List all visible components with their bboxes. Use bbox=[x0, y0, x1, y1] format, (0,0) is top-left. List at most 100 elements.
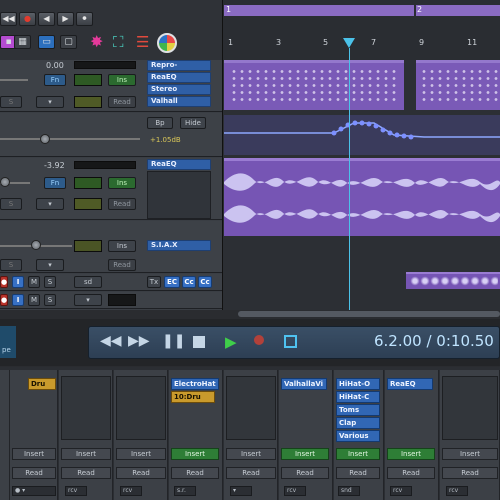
playhead-line[interactable] bbox=[349, 48, 350, 310]
track-1-fn-button[interactable]: Fn bbox=[44, 74, 66, 86]
mixer-strip-8-read[interactable]: Read bbox=[387, 467, 435, 479]
mixer-strip-7-insert[interactable]: Insert bbox=[336, 448, 380, 460]
mixer-strip-7-fx-5[interactable]: Various bbox=[336, 430, 380, 442]
track-6-dropdown[interactable]: ▾ bbox=[74, 294, 102, 306]
track-3-dropdown[interactable]: ▾ bbox=[36, 198, 64, 210]
track-5-tx-button[interactable]: Tx bbox=[147, 276, 161, 288]
monitor-icon[interactable]: ▭ bbox=[38, 35, 55, 49]
track-6-mute-button[interactable]: M bbox=[28, 294, 40, 306]
mixer-strip-3-read[interactable]: Read bbox=[116, 467, 166, 479]
mixer-strip-6-read[interactable]: Read bbox=[281, 467, 329, 479]
lock-icon[interactable]: ▢ bbox=[60, 35, 77, 49]
track-5-solo-button[interactable]: S bbox=[44, 276, 56, 288]
mixer-strip-4-fx-1[interactable]: ElectroHat bbox=[171, 378, 219, 390]
mixer-strip-9-read[interactable]: Read bbox=[442, 467, 498, 479]
mixer-strip-7-fx-2[interactable]: HiHat-C bbox=[336, 391, 380, 403]
mixer-strip-8-fx-1[interactable]: ReaEQ bbox=[387, 378, 433, 390]
mixer-strip-1-send[interactable]: ● ▾ bbox=[12, 486, 56, 496]
user-icon[interactable]: ⚫ bbox=[76, 12, 93, 26]
track-3-s-button[interactable]: S bbox=[0, 198, 22, 210]
rewind-icon[interactable]: ◀◀ bbox=[0, 12, 17, 26]
mixer-strip-2-fx-area[interactable] bbox=[61, 376, 111, 440]
track-4-read-button[interactable]: Read bbox=[108, 259, 136, 271]
track-2-bp-button[interactable]: Bp bbox=[147, 117, 173, 129]
mixer-strip-2-read[interactable]: Read bbox=[61, 467, 111, 479]
mixer-strip-8-insert[interactable]: Insert bbox=[387, 448, 435, 460]
track-1-fx-1[interactable]: Repro- bbox=[147, 60, 211, 71]
track-3-fader-knob[interactable] bbox=[0, 177, 10, 187]
mixer-strip-3-fx-area[interactable] bbox=[116, 376, 166, 440]
track-2-hide-button[interactable]: Hide bbox=[180, 117, 206, 129]
track-1-s-button[interactable]: S bbox=[0, 96, 22, 108]
track-6-solo-button[interactable]: S bbox=[44, 294, 56, 306]
track-5-mute-button[interactable]: M bbox=[28, 276, 40, 288]
track-1-ins-button[interactable]: Ins bbox=[108, 74, 136, 86]
track-4-fader-knob[interactable] bbox=[31, 240, 41, 250]
track-1-fx-4[interactable]: Valhall bbox=[147, 96, 211, 107]
mixer-strip-7-fx-3[interactable]: Toms bbox=[336, 404, 380, 416]
ripple-icon[interactable]: ⛶ bbox=[113, 32, 133, 52]
star-burst-icon[interactable]: ✸ bbox=[90, 32, 110, 52]
track-1-read-button[interactable]: Read bbox=[108, 96, 136, 108]
track-5-send-select[interactable]: sd bbox=[74, 276, 102, 288]
mixer-strip-8-send[interactable]: rcv bbox=[390, 486, 412, 496]
mixer-strip-1-read[interactable]: Read bbox=[12, 467, 56, 479]
mixer-strip-5-insert[interactable]: Insert bbox=[226, 448, 276, 460]
mixer-strip-7-fx-1[interactable]: HiHat-O bbox=[336, 378, 380, 390]
track-6-record-arm[interactable]: ● bbox=[0, 294, 8, 306]
play-button[interactable]: ▶ bbox=[225, 333, 237, 351]
mixer-strip-2-insert[interactable]: Insert bbox=[61, 448, 111, 460]
track-2-fader-track[interactable] bbox=[0, 138, 140, 140]
mixer-strip-9-insert[interactable]: Insert bbox=[442, 448, 498, 460]
track-1-fader[interactable] bbox=[0, 74, 28, 86]
stop-button[interactable] bbox=[193, 336, 205, 348]
track-5-ec-button[interactable]: EC bbox=[164, 276, 180, 288]
mixer-strip-4-fx-2[interactable]: 10:Dru bbox=[171, 391, 215, 403]
mixer-strip-3-send[interactable]: rcv bbox=[120, 486, 142, 496]
track-3-fx-area[interactable] bbox=[147, 171, 211, 219]
horizontal-scrollbar[interactable] bbox=[238, 311, 500, 317]
volume-envelope[interactable] bbox=[224, 115, 500, 155]
mixer-strip-2-send[interactable]: rcv bbox=[65, 486, 87, 496]
track-5-input-button[interactable]: I bbox=[12, 276, 24, 288]
mixer-strip-5-read[interactable]: Read bbox=[226, 467, 276, 479]
track-5-cc-button[interactable]: Cc bbox=[182, 276, 196, 288]
track-3-read-button[interactable]: Read bbox=[108, 198, 136, 210]
forward-button[interactable]: ▶▶ bbox=[128, 333, 150, 349]
snap-icon[interactable]: ▦ bbox=[14, 35, 31, 49]
track-1-fx-3[interactable]: Stereo bbox=[147, 84, 211, 95]
track-1-dropdown[interactable]: ▾ bbox=[36, 96, 64, 108]
pause-button[interactable]: ❚❚ bbox=[162, 333, 185, 349]
track-4-fx-1[interactable]: S.I.A.X bbox=[147, 240, 211, 251]
track-3-fn-button[interactable]: Fn bbox=[44, 177, 66, 189]
mixer-strip-4-send[interactable]: s.r. bbox=[174, 486, 196, 496]
track-4-dropdown[interactable]: ▾ bbox=[36, 259, 64, 271]
back-icon[interactable]: ◀ bbox=[38, 12, 55, 26]
track-6-input-button[interactable]: I bbox=[12, 294, 24, 306]
track-1-fx-2[interactable]: ReaEQ bbox=[147, 72, 211, 83]
rewind-button[interactable]: ◀◀ bbox=[100, 333, 122, 349]
mixer-strip-3-insert[interactable]: Insert bbox=[116, 448, 166, 460]
play-icon[interactable]: ▶ bbox=[57, 12, 74, 26]
track-5-cc-button-2[interactable]: Cc bbox=[198, 276, 212, 288]
mixer-strip-1-fx-1[interactable]: Dru bbox=[28, 378, 56, 390]
track-4-s-button[interactable]: S bbox=[0, 259, 22, 271]
mixer-strip-1-insert[interactable]: Insert bbox=[12, 448, 56, 460]
track-3-fx-1[interactable]: ReaEQ bbox=[147, 159, 211, 170]
mixer-strip-6-insert[interactable]: Insert bbox=[281, 448, 329, 460]
mixer-strip-7-send[interactable]: snd bbox=[338, 486, 360, 496]
list-icon[interactable]: ☰ bbox=[136, 33, 154, 51]
mixer-strip-7-fx-4[interactable]: Clap bbox=[336, 417, 380, 429]
mixer-strip-9-send[interactable]: rcv bbox=[446, 486, 468, 496]
loop-button[interactable] bbox=[284, 335, 297, 348]
mixer-strip-6-fx-1[interactable]: ValhallaVi bbox=[281, 378, 327, 390]
mixer-strip-0[interactable] bbox=[0, 370, 10, 500]
loop-bar[interactable] bbox=[224, 5, 414, 16]
mixer-strip-5-send[interactable]: ▾ bbox=[230, 486, 252, 496]
record-icon[interactable]: ● bbox=[19, 12, 36, 26]
track-2-fader-knob[interactable] bbox=[40, 134, 50, 144]
mixer-strip-5-fx-area[interactable] bbox=[226, 376, 276, 440]
playhead-marker[interactable] bbox=[343, 38, 355, 48]
track-5-record-arm[interactable]: ● bbox=[0, 276, 8, 288]
mixer-strip-6-send[interactable]: rcv bbox=[284, 486, 306, 496]
